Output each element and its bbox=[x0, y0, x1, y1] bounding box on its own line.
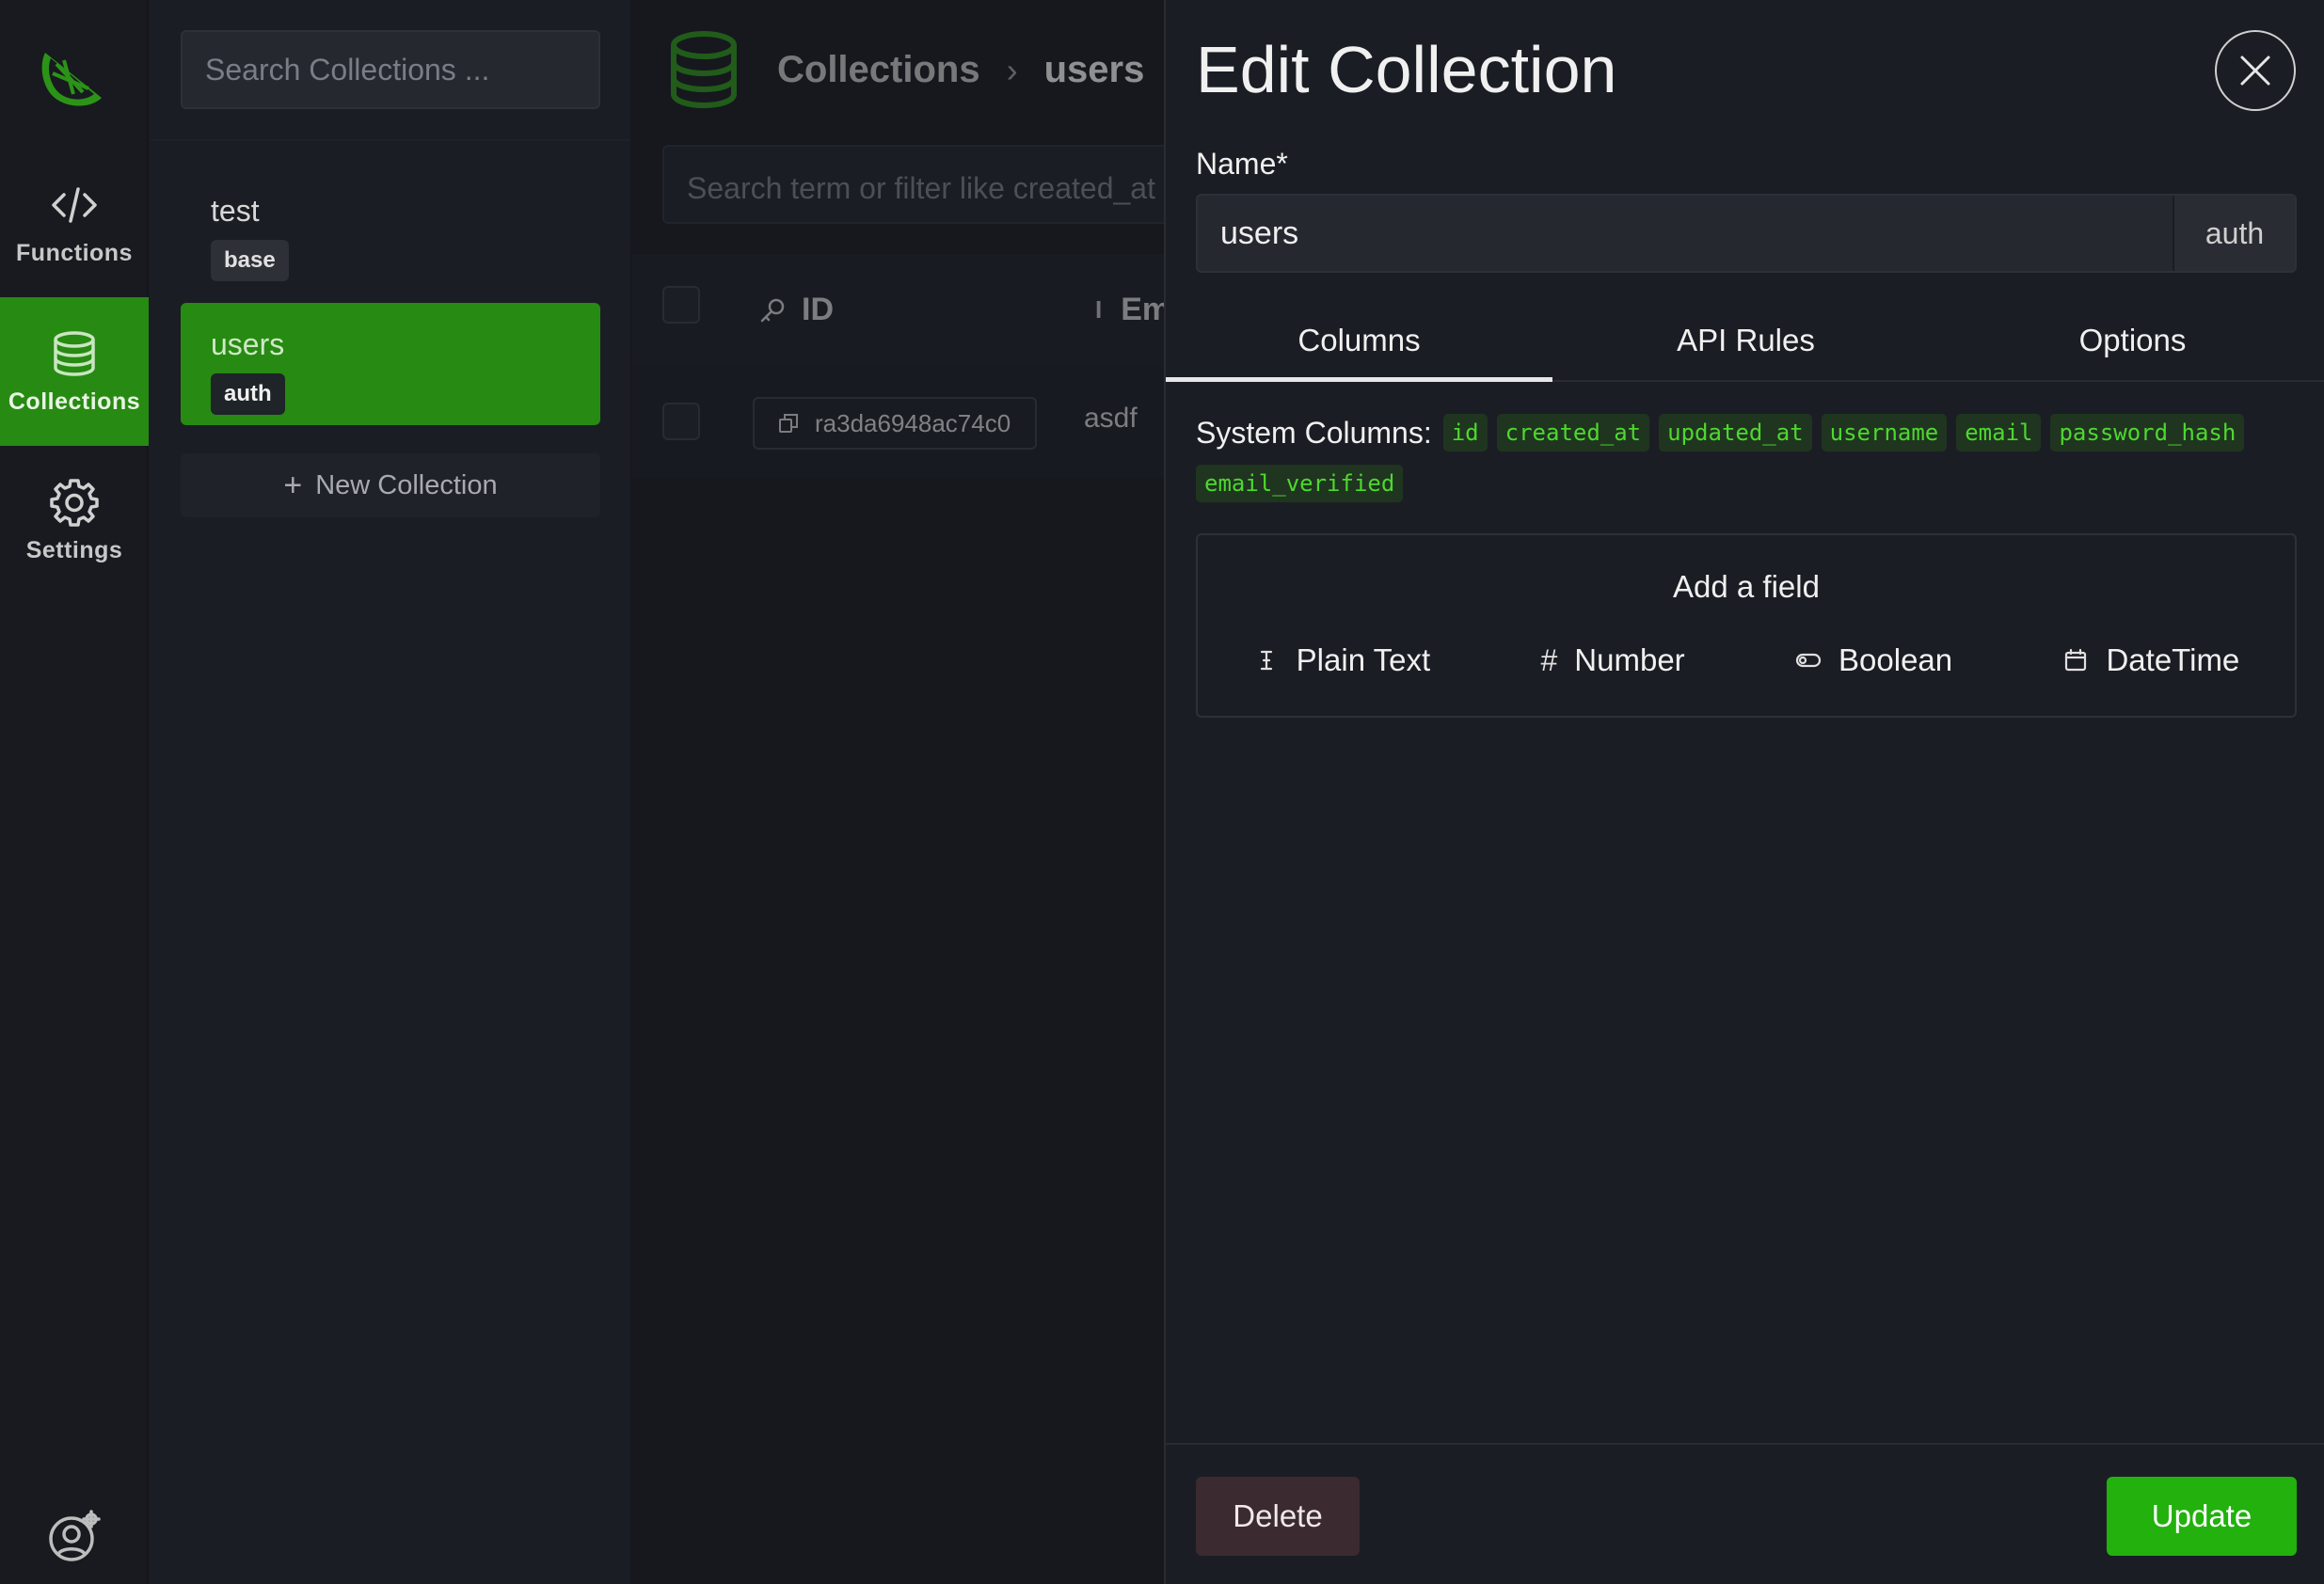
update-collection-button[interactable]: Update bbox=[2107, 1477, 2297, 1556]
add-datetime-field-button[interactable]: DateTime bbox=[2062, 637, 2239, 684]
add-field-box: Add a field Plain Text # Number Boolean … bbox=[1196, 533, 2297, 718]
panel-tabs: Columns API Rules Options bbox=[1166, 301, 2324, 382]
row-checkbox[interactable] bbox=[662, 403, 700, 440]
column-header-id-label: ID bbox=[802, 292, 834, 327]
collection-name: test bbox=[211, 194, 260, 228]
table-row[interactable]: ra3da6948ac74c0 asdf bbox=[632, 365, 1164, 478]
system-column-tag: updated_at bbox=[1659, 414, 1812, 451]
nav-collections[interactable]: Collections bbox=[0, 297, 149, 446]
app-window: Functions Collections Settings Search Co… bbox=[0, 0, 2324, 1584]
column-header-id[interactable]: ID bbox=[758, 292, 834, 328]
tab-api-rules[interactable]: API Rules bbox=[1552, 301, 1939, 380]
tab-columns[interactable]: Columns bbox=[1166, 301, 1552, 382]
record-id: ra3da6948ac74c0 bbox=[815, 408, 1011, 437]
collection-type-badge: base bbox=[211, 240, 289, 281]
sidebar-search-area bbox=[151, 0, 630, 141]
code-icon bbox=[52, 186, 97, 223]
nav-collections-label: Collections bbox=[8, 388, 141, 415]
collection-name-input[interactable] bbox=[1198, 196, 2173, 271]
nav-functions[interactable]: Functions bbox=[0, 149, 149, 297]
collection-item-test[interactable]: test base bbox=[181, 169, 600, 292]
account-settings-icon[interactable] bbox=[47, 1510, 102, 1564]
field-type-label: DateTime bbox=[2106, 642, 2240, 677]
system-column-tag: id bbox=[1442, 414, 1488, 451]
system-column-tag: username bbox=[1821, 414, 1948, 451]
collections-search-input[interactable] bbox=[181, 30, 600, 109]
collection-item-users[interactable]: users auth bbox=[181, 303, 600, 425]
close-icon bbox=[2240, 55, 2270, 86]
add-plain-text-field-button[interactable]: Plain Text bbox=[1253, 637, 1430, 684]
edit-collection-panel: Edit Collection Name* auth Columns API R… bbox=[1164, 0, 2324, 1584]
database-icon bbox=[671, 31, 737, 109]
collection-name: users bbox=[211, 327, 285, 361]
app-logo[interactable] bbox=[36, 36, 113, 113]
breadcrumb-separator-icon: › bbox=[1006, 51, 1018, 89]
field-type-label: Boolean bbox=[1839, 642, 1953, 677]
tab-options[interactable]: Options bbox=[1939, 301, 2324, 380]
system-columns-label: System Columns: bbox=[1196, 415, 1432, 450]
field-type-label: Plain Text bbox=[1296, 642, 1431, 677]
breadcrumb-current: users bbox=[1043, 49, 1145, 90]
collection-type-badge: auth bbox=[211, 373, 285, 415]
system-column-tag: email_verified bbox=[1196, 465, 1404, 502]
icon-rail: Functions Collections Settings bbox=[0, 0, 149, 1584]
system-columns: System Columns: id created_at updated_at… bbox=[1196, 414, 2297, 502]
close-panel-button[interactable] bbox=[2215, 30, 2296, 111]
text-cursor-icon bbox=[1260, 650, 1272, 671]
select-all-checkbox[interactable] bbox=[662, 286, 700, 324]
panel-footer: Delete Update bbox=[1166, 1443, 2324, 1584]
breadcrumb: Collections › users bbox=[777, 49, 1144, 91]
system-column-tag: password_hash bbox=[2050, 414, 2245, 451]
collections-sidebar: test base users auth + New Collection bbox=[151, 0, 632, 1584]
panel-title: Edit Collection bbox=[1196, 33, 1617, 106]
records-filter-input[interactable]: Search term or filter like created_at bbox=[662, 145, 1164, 224]
nav-settings-label: Settings bbox=[25, 536, 123, 563]
record-id-copy[interactable]: ra3da6948ac74c0 bbox=[753, 397, 1037, 450]
record-email: asdf bbox=[1084, 403, 1138, 434]
column-header-email-label: Em bbox=[1121, 292, 1164, 327]
system-column-tag: created_at bbox=[1496, 414, 1650, 451]
plus-icon: + bbox=[283, 467, 303, 503]
database-icon bbox=[54, 330, 95, 376]
name-field: auth bbox=[1196, 194, 2297, 273]
text-cursor-icon: I bbox=[1095, 295, 1103, 324]
key-icon bbox=[760, 298, 785, 322]
nav-settings[interactable]: Settings bbox=[0, 446, 149, 594]
name-field-label: Name* bbox=[1196, 147, 1288, 181]
hash-icon: # bbox=[1540, 642, 1558, 677]
breadcrumb-root[interactable]: Collections bbox=[777, 49, 980, 90]
add-field-title: Add a field bbox=[1673, 569, 1820, 604]
column-header-email[interactable]: I Em bbox=[1095, 292, 1164, 328]
collection-records-view: Collections › users Search term or filter … bbox=[632, 0, 1164, 1584]
toggle-icon bbox=[1795, 653, 1822, 668]
table-header: ID I Em bbox=[632, 254, 1164, 365]
add-boolean-field-button[interactable]: Boolean bbox=[1795, 637, 1952, 684]
gear-icon bbox=[50, 478, 99, 527]
copy-icon bbox=[779, 414, 798, 433]
field-type-options: Plain Text # Number Boolean DateTime bbox=[1198, 637, 2295, 684]
delete-collection-button[interactable]: Delete bbox=[1196, 1477, 1360, 1556]
add-number-field-button[interactable]: # Number bbox=[1541, 637, 1685, 684]
collection-type-suffix: auth bbox=[2173, 196, 2295, 271]
field-type-label: Number bbox=[1574, 642, 1685, 677]
calendar-icon bbox=[2065, 648, 2087, 672]
nav-functions-label: Functions bbox=[16, 239, 133, 266]
new-collection-label: New Collection bbox=[315, 469, 498, 500]
system-column-tag: email bbox=[1956, 414, 2042, 451]
new-collection-button[interactable]: + New Collection bbox=[181, 453, 600, 517]
